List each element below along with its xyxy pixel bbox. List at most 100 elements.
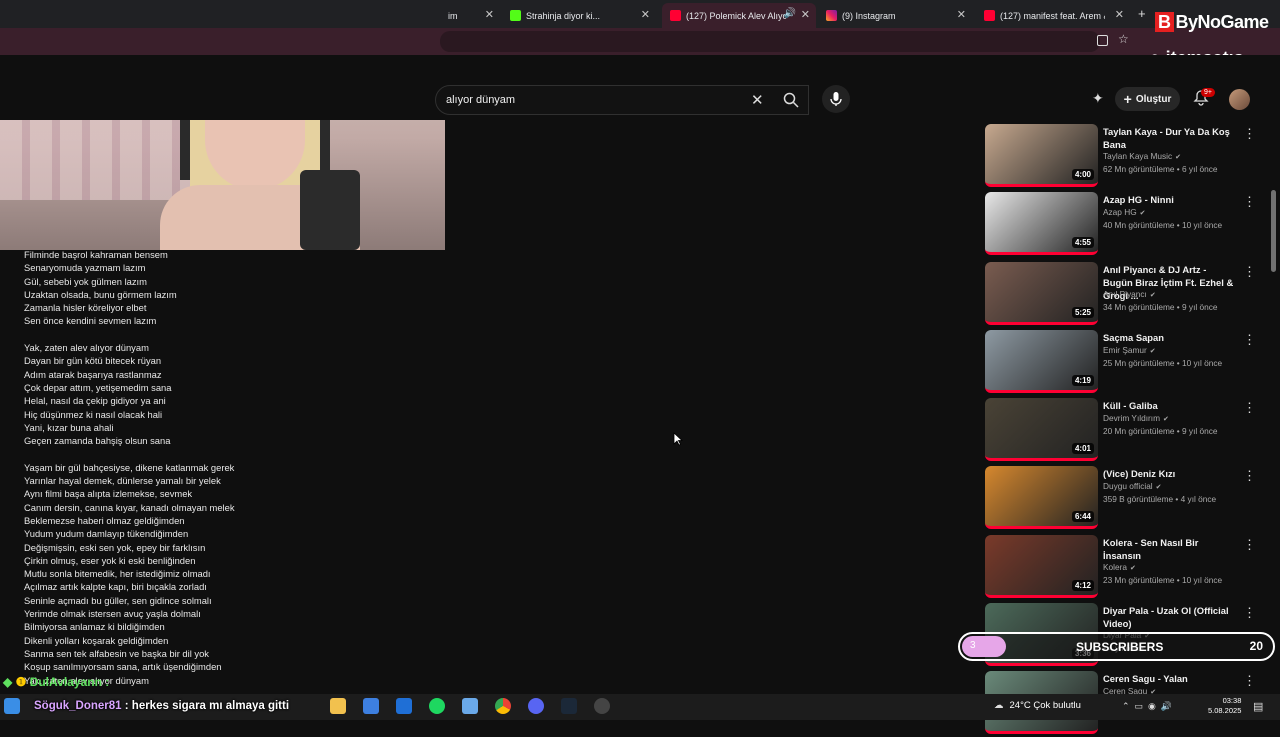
lyrics-line: Açılmaz artık kalpte kapı, biri bıçakla … bbox=[24, 581, 207, 593]
create-label: Oluştur bbox=[1135, 93, 1172, 105]
clock[interactable]: 03:38 5.08.2025 bbox=[1208, 696, 1241, 716]
more-options-icon[interactable]: ⋮ bbox=[1243, 264, 1256, 280]
related-video-item[interactable]: 4:55 Azap HG - Ninni Azap HG ✔ 40 Mn görüntü… bbox=[985, 192, 1275, 258]
video-thumbnail[interactable]: 4:12 bbox=[985, 535, 1098, 598]
video-title[interactable]: Azap HG - Ninni bbox=[1103, 193, 1238, 206]
video-duration: 4:01 bbox=[1071, 443, 1094, 454]
subscriber-current: 3 bbox=[970, 640, 976, 651]
channel-name: Duygu official bbox=[1103, 481, 1153, 491]
more-options-icon[interactable]: ⋮ bbox=[1243, 468, 1256, 484]
clear-search-icon[interactable]: ✕ bbox=[751, 91, 764, 109]
video-channel[interactable]: Azap HG ✔ bbox=[1103, 207, 1146, 217]
more-options-icon[interactable]: ⋮ bbox=[1243, 537, 1256, 553]
sponsor-logo-bynogame: B ByNoGame bbox=[1155, 12, 1269, 33]
related-video-item[interactable]: 6:44 (Vice) Deniz Kızı Duygu official ✔ 359 … bbox=[985, 466, 1275, 532]
browser-tab[interactable]: (127) manifest feat. Arem & Ar ✕ bbox=[976, 3, 1130, 28]
outlook-icon[interactable] bbox=[396, 698, 412, 714]
lyrics-line: Yarınlar hayal demek, dünlerse yamalı bi… bbox=[24, 475, 221, 487]
close-icon[interactable]: ✕ bbox=[957, 8, 966, 21]
browser-tab[interactable]: im ✕ bbox=[440, 3, 500, 28]
file-explorer-icon[interactable] bbox=[330, 698, 346, 714]
lyrics-line: Canım dersin, canına kıyar, kanadı olmay… bbox=[24, 501, 235, 513]
video-thumbnail[interactable]: 5:25 bbox=[985, 262, 1098, 325]
lyrics-line: Sen önce kendini sevmen lazım bbox=[24, 315, 157, 327]
chrome-icon[interactable] bbox=[495, 698, 511, 714]
channel-name: Azap HG bbox=[1103, 207, 1137, 217]
video-meta: 23 Mn görüntüleme • 10 yıl önce bbox=[1103, 575, 1223, 585]
more-options-icon[interactable]: ⋮ bbox=[1243, 194, 1256, 210]
tab-label: Strahinja diyor ki... bbox=[526, 10, 601, 21]
video-title[interactable]: (Vice) Deniz Kızı bbox=[1103, 467, 1238, 480]
browser-tab-active[interactable]: (127) Polemick Alev Alıyor 🔊 ✕ bbox=[662, 3, 816, 28]
avatar[interactable] bbox=[1229, 89, 1250, 110]
settings-icon[interactable] bbox=[462, 698, 478, 714]
video-channel[interactable]: Taylan Kaya Music ✔ bbox=[1103, 151, 1181, 161]
mouse-cursor-icon bbox=[673, 432, 683, 446]
video-thumbnail[interactable]: 4:01 bbox=[985, 398, 1098, 461]
video-title[interactable]: Küll - Galiba bbox=[1103, 399, 1238, 412]
start-icon[interactable] bbox=[4, 698, 20, 714]
sidebar-scrollbar[interactable] bbox=[1271, 190, 1276, 272]
youtube-header: alıyor dünyam ✕ ✦ + Oluştur 9+ bbox=[0, 55, 1280, 120]
video-thumbnail[interactable]: 4:55 bbox=[985, 192, 1098, 255]
new-tab-button[interactable]: + bbox=[1138, 6, 1146, 21]
search-icon bbox=[783, 92, 799, 108]
close-icon[interactable]: ✕ bbox=[485, 8, 494, 21]
browser-tab[interactable]: (9) Instagram ✕ bbox=[818, 3, 972, 28]
video-channel[interactable]: Kolera ✔ bbox=[1103, 562, 1136, 572]
video-title[interactable]: Taylan Kaya - Dur Ya Da Koş Bana bbox=[1103, 125, 1238, 151]
browser-tab[interactable]: Strahinja diyor ki... ✕ bbox=[502, 3, 656, 28]
video-title[interactable]: Saçma Sapan bbox=[1103, 331, 1238, 344]
video-title[interactable]: Ceren Sagu - Yalan bbox=[1103, 672, 1238, 685]
system-tray[interactable]: ⌃▭◉🔊 bbox=[1122, 701, 1177, 712]
tab-label: (127) manifest feat. Arem & Ar bbox=[1000, 10, 1105, 21]
search-button[interactable] bbox=[772, 85, 810, 115]
spotify-icon[interactable] bbox=[429, 698, 445, 714]
video-channel[interactable]: Devrim Yıldırım ✔ bbox=[1103, 413, 1169, 423]
discord-icon[interactable] bbox=[528, 698, 544, 714]
related-video-item[interactable]: 4:19 Saçma Sapan Emir Şamur ✔ 25 Mn görüntül… bbox=[985, 330, 1275, 396]
close-icon[interactable]: ✕ bbox=[801, 8, 810, 21]
video-title[interactable]: Diyar Pala - Uzak Ol (Official Video) bbox=[1103, 604, 1238, 630]
subscriber-goal: 20 bbox=[1249, 639, 1263, 653]
weather-widget[interactable]: ☁ 24°C Çok bulutlu bbox=[994, 700, 1081, 711]
speaker-icon[interactable]: 🔊 bbox=[784, 8, 796, 19]
more-options-icon[interactable]: ⋮ bbox=[1243, 673, 1256, 689]
video-thumbnail[interactable]: 6:44 bbox=[985, 466, 1098, 529]
video-thumbnail[interactable]: 4:00 bbox=[985, 124, 1098, 187]
create-button[interactable]: + Oluştur bbox=[1115, 87, 1180, 111]
more-options-icon[interactable]: ⋮ bbox=[1243, 332, 1256, 348]
bookmark-star-icon[interactable]: ☆ bbox=[1118, 32, 1129, 46]
more-options-icon[interactable]: ⋮ bbox=[1243, 605, 1256, 621]
related-video-item[interactable]: 5:25 Anıl Piyancı & DJ Artz - Bugün Biraz… bbox=[985, 262, 1275, 328]
url-field[interactable] bbox=[440, 31, 1100, 52]
video-title[interactable]: Kolera - Sen Nasıl Bir İnsansın bbox=[1103, 536, 1238, 562]
notification-center-icon[interactable]: ▤ bbox=[1253, 700, 1263, 713]
related-video-item[interactable]: 4:00 Taylan Kaya - Dur Ya Da Koş Bana Tayl… bbox=[985, 124, 1275, 190]
search-input[interactable]: alıyor dünyam ✕ bbox=[435, 85, 809, 115]
subscriber-label: SUBSCRIBERS bbox=[1076, 640, 1164, 654]
verified-icon: ✔ bbox=[1175, 154, 1182, 161]
obs-icon[interactable] bbox=[594, 698, 610, 714]
voice-search-button[interactable] bbox=[822, 85, 850, 113]
instagram-icon bbox=[826, 10, 837, 21]
studio-icon[interactable]: ✦ bbox=[1092, 90, 1104, 107]
more-options-icon[interactable]: ⋮ bbox=[1243, 400, 1256, 416]
video-thumbnail[interactable]: 4:19 bbox=[985, 330, 1098, 393]
steam-icon[interactable] bbox=[561, 698, 577, 714]
lyrics-line: Çok depar attım, yetişemedim sana bbox=[24, 381, 172, 393]
close-icon[interactable]: ✕ bbox=[641, 8, 650, 21]
video-channel[interactable]: Emir Şamur ✔ bbox=[1103, 345, 1156, 355]
related-video-item[interactable]: 4:01 Küll - Galiba Devrim Yıldırım ✔ 20 Mn g… bbox=[985, 398, 1275, 464]
tab-label: (9) Instagram bbox=[842, 10, 896, 21]
video-channel[interactable]: Anıl Piyancı ✔ bbox=[1103, 289, 1156, 299]
related-video-item[interactable]: 4:12 Kolera - Sen Nasıl Bir İnsansın Koler… bbox=[985, 535, 1275, 601]
more-options-icon[interactable]: ⋮ bbox=[1243, 126, 1256, 142]
lyrics-line: Mutlu sonla bitemedik, her istediğimiz o… bbox=[24, 568, 211, 580]
store-icon[interactable] bbox=[363, 698, 379, 714]
close-icon[interactable]: ✕ bbox=[1115, 8, 1124, 21]
video-channel[interactable]: Duygu official ✔ bbox=[1103, 481, 1162, 491]
install-app-icon[interactable] bbox=[1097, 35, 1108, 46]
lyrics-line: Gül, sebebi yok gülmen lazım bbox=[24, 275, 147, 287]
chat-message: Söguk_Doner81 : herkes sigara mı almaya … bbox=[34, 700, 289, 712]
